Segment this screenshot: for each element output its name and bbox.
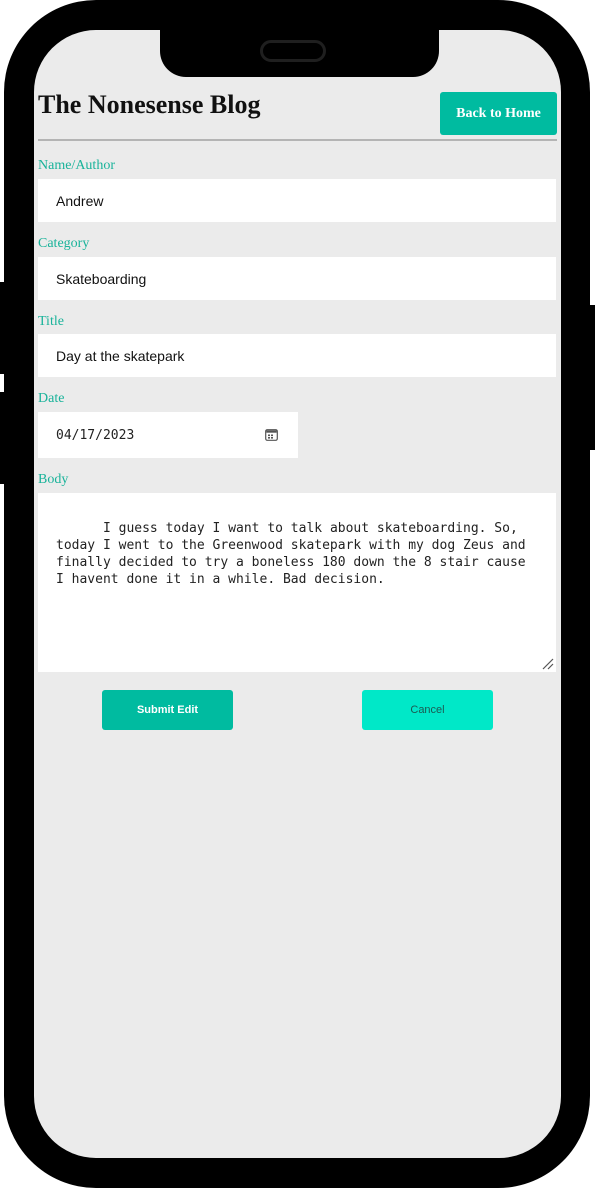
author-input-value: Andrew — [56, 192, 104, 209]
header-divider — [38, 139, 557, 141]
cancel-button[interactable]: Cancel — [362, 690, 493, 730]
body-textarea-value: I guess today I want to talk about skate… — [56, 521, 534, 587]
page-title: The Nonesense Blog — [38, 90, 261, 119]
date-label: Date — [38, 391, 65, 406]
phone-side-button-right — [589, 305, 595, 450]
author-label: Name/Author — [38, 158, 115, 173]
date-input[interactable]: 04/17/2023 — [38, 412, 298, 458]
phone-screen: The Nonesense Blog Back to Home Name/Aut… — [34, 30, 561, 1158]
submit-edit-button[interactable]: Submit Edit — [102, 690, 233, 730]
title-input[interactable]: Day at the skatepark — [38, 334, 556, 377]
body-textarea[interactable]: I guess today I want to talk about skate… — [38, 493, 556, 672]
back-to-home-button[interactable]: Back to Home — [440, 92, 557, 135]
phone-side-button-left-lower — [0, 392, 6, 484]
author-input[interactable]: Andrew — [38, 179, 556, 222]
speaker-icon — [260, 40, 326, 62]
category-input-value: Skateboarding — [56, 270, 147, 287]
edit-post-page: The Nonesense Blog Back to Home Name/Aut… — [34, 30, 561, 1158]
calendar-icon[interactable] — [265, 428, 278, 441]
phone-side-button-left-upper — [0, 282, 6, 374]
body-label: Body — [38, 472, 69, 487]
resize-handle-icon[interactable] — [542, 658, 554, 670]
category-input[interactable]: Skateboarding — [38, 257, 556, 300]
category-label: Category — [38, 236, 90, 251]
title-input-value: Day at the skatepark — [56, 347, 185, 364]
date-input-value: 04/17/2023 — [56, 427, 135, 443]
title-label: Title — [38, 314, 64, 329]
